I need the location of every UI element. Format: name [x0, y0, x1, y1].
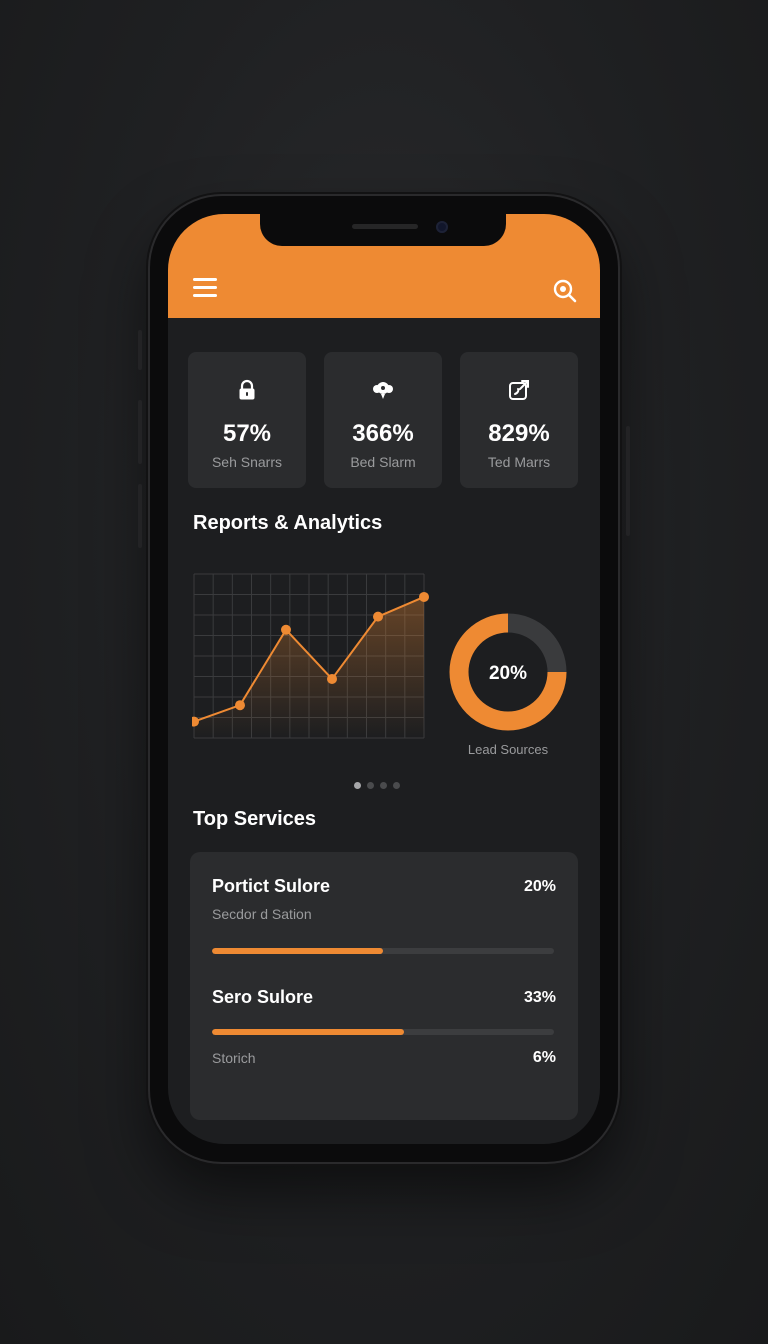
stat-label: Ted Marrs: [487, 454, 551, 470]
data-point: [327, 673, 337, 684]
camera-notch: [260, 214, 506, 246]
stat-value: 57%: [222, 420, 272, 447]
data-point: [235, 700, 245, 711]
data-point: [419, 591, 429, 602]
donut-chart: 20%: [449, 613, 567, 731]
menu-icon[interactable]: [190, 276, 220, 302]
stat-value: 829%: [488, 420, 550, 447]
mute-switch: [138, 330, 142, 370]
footer-label: Storich: [212, 1050, 256, 1066]
stat-card[interactable]: 57% Seh Snarrs: [188, 352, 306, 488]
search-icon[interactable]: [550, 276, 580, 306]
pagination-dots: [354, 782, 404, 790]
stat-label: Bed Slarm: [350, 454, 416, 470]
service-percent: 33%: [523, 989, 556, 1006]
progress-fill: [212, 1029, 404, 1035]
service-percent: 20%: [523, 878, 556, 895]
data-point: [281, 624, 291, 635]
pagination-dot[interactable]: [354, 782, 361, 789]
lock-icon: [235, 378, 259, 402]
service-subtitle: Secdor d Sation: [212, 906, 312, 922]
pagination-dot[interactable]: [393, 782, 400, 789]
stat-card[interactable]: 366% Bed Slarm: [324, 352, 442, 488]
services-card: Portict Sulore 20% Secdor d Sation Sero …: [190, 852, 578, 1120]
power-button: [626, 426, 630, 536]
pagination-dot[interactable]: [367, 782, 374, 789]
reports-title: Reports & Analytics: [193, 512, 383, 534]
progress-fill: [212, 948, 383, 954]
data-point: [373, 611, 383, 622]
service-name: Portict Sulore: [212, 876, 331, 896]
stats-row: 57% Seh Snarrs 366% Bed Slarm 829% Ted M…: [188, 352, 578, 488]
service-name: Sero Sulore: [212, 987, 314, 1007]
phone-frame: 57% Seh Snarrs 366% Bed Slarm 829% Ted M…: [138, 196, 630, 1162]
volume-down-button: [138, 484, 142, 548]
pagination-dot[interactable]: [380, 782, 387, 789]
app-screen: 57% Seh Snarrs 366% Bed Slarm 829% Ted M…: [168, 214, 600, 1144]
services-title: Top Services: [193, 808, 317, 830]
donut-label: Lead Sources: [467, 742, 549, 757]
edit-icon: [507, 378, 531, 402]
progress-track: [212, 1029, 554, 1035]
speaker-grille: [352, 224, 418, 229]
line-chart: [192, 573, 429, 739]
stat-card[interactable]: 829% Ted Marrs: [460, 352, 578, 488]
cloud-icon: [371, 378, 395, 402]
stat-label: Seh Snarrs: [211, 454, 283, 470]
volume-up-button: [138, 400, 142, 464]
progress-track: [212, 948, 554, 954]
front-camera: [436, 221, 448, 233]
donut-center-label: 20%: [489, 663, 527, 684]
footer-percent: 6%: [532, 1049, 556, 1066]
stat-value: 366%: [352, 420, 414, 447]
